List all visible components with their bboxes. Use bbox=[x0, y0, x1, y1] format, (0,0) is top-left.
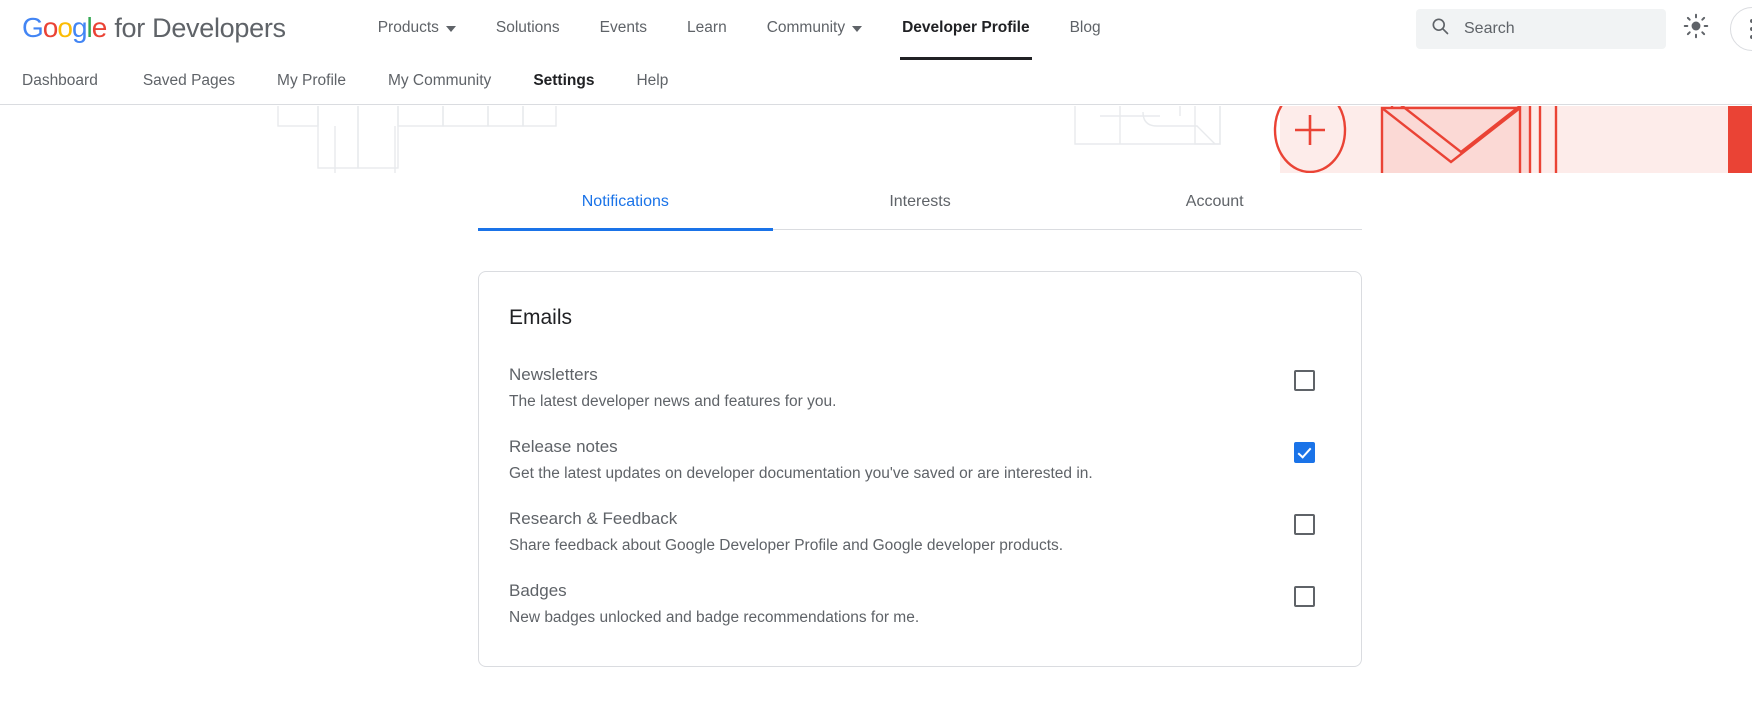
preference-row-newsletters: Newsletters The latest developer news an… bbox=[509, 352, 1331, 424]
brand-logo[interactable]: Google for Developers bbox=[22, 12, 286, 44]
nav-label-events: Events bbox=[600, 19, 647, 37]
checkbox-newsletters[interactable] bbox=[1294, 370, 1315, 391]
subnav-item-saved-pages[interactable]: Saved Pages bbox=[122, 57, 256, 105]
checkbox-badges[interactable] bbox=[1294, 586, 1315, 607]
tab-label-interests: Interests bbox=[889, 193, 950, 210]
subnav-item-help[interactable]: Help bbox=[615, 57, 689, 105]
subnav-item-dashboard[interactable]: Dashboard bbox=[22, 57, 122, 105]
secondary-nav: Dashboard Saved Pages My Profile My Comm… bbox=[0, 57, 1752, 105]
nav-label-solutions: Solutions bbox=[496, 19, 560, 37]
preference-title: Release notes bbox=[509, 436, 1093, 458]
hero-banner bbox=[0, 105, 1752, 173]
logo-letter-e: e bbox=[92, 12, 107, 43]
nav-item-developer-profile[interactable]: Developer Profile bbox=[882, 13, 1050, 43]
tab-label-notifications: Notifications bbox=[582, 193, 669, 210]
brand-suffix: for Developers bbox=[114, 13, 285, 44]
preference-text: Research & Feedback Share feedback about… bbox=[509, 508, 1087, 556]
emails-preferences-card: Emails Newsletters The latest developer … bbox=[478, 271, 1362, 667]
logo-letter-g2: g bbox=[72, 12, 87, 43]
subnav-label-my-profile: My Profile bbox=[277, 72, 346, 89]
preference-description: New badges unlocked and badge recommenda… bbox=[509, 607, 919, 628]
subnav-label-help: Help bbox=[636, 72, 668, 89]
hero-illustration bbox=[0, 106, 1752, 173]
preference-title: Research & Feedback bbox=[509, 508, 1063, 530]
search-box[interactable] bbox=[1416, 9, 1666, 49]
preference-title: Newsletters bbox=[509, 364, 836, 386]
theme-toggle-button[interactable] bbox=[1672, 5, 1720, 53]
logo-letter-o1: o bbox=[43, 12, 58, 43]
nav-item-community[interactable]: Community bbox=[747, 13, 882, 43]
logo-letter-g1: G bbox=[22, 12, 43, 43]
nav-item-blog[interactable]: Blog bbox=[1050, 13, 1121, 43]
preference-text: Newsletters The latest developer news an… bbox=[509, 364, 860, 412]
chevron-down-icon bbox=[852, 26, 862, 32]
tab-account[interactable]: Account bbox=[1067, 173, 1362, 230]
settings-tabs: Notifications Interests Account bbox=[478, 173, 1362, 230]
tab-notifications[interactable]: Notifications bbox=[478, 173, 773, 230]
subnav-label-settings: Settings bbox=[533, 72, 594, 89]
chevron-down-icon bbox=[446, 26, 456, 32]
site-header: Google for Developers Products Solutions… bbox=[0, 0, 1752, 57]
checkbox-release-notes[interactable] bbox=[1294, 442, 1315, 463]
search-icon bbox=[1430, 16, 1450, 41]
google-wordmark: Google bbox=[22, 12, 106, 44]
preference-description: Get the latest updates on developer docu… bbox=[509, 463, 1093, 484]
preference-row-release-notes: Release notes Get the latest updates on … bbox=[509, 424, 1331, 496]
grid-lineart bbox=[278, 106, 1220, 173]
tab-interests[interactable]: Interests bbox=[773, 173, 1068, 230]
primary-nav: Products Solutions Events Learn Communit… bbox=[358, 13, 1121, 43]
subnav-label-saved-pages: Saved Pages bbox=[143, 72, 235, 89]
envelope-icon bbox=[1382, 106, 1556, 173]
preference-description: The latest developer news and features f… bbox=[509, 391, 836, 412]
preference-row-research-feedback: Research & Feedback Share feedback about… bbox=[509, 496, 1331, 568]
preference-description: Share feedback about Google Developer Pr… bbox=[509, 535, 1063, 556]
hero-accent-bar bbox=[1728, 106, 1752, 173]
sun-icon bbox=[1683, 13, 1709, 44]
checkbox-research-feedback[interactable] bbox=[1294, 514, 1315, 535]
nav-label-developer-profile: Developer Profile bbox=[902, 19, 1030, 37]
logo-letter-o2: o bbox=[57, 12, 72, 43]
settings-content: Notifications Interests Account Emails N… bbox=[0, 173, 1752, 667]
nav-label-community: Community bbox=[767, 19, 845, 37]
subnav-item-settings[interactable]: Settings bbox=[512, 57, 615, 105]
nav-item-events[interactable]: Events bbox=[580, 13, 667, 43]
nav-label-blog: Blog bbox=[1070, 19, 1101, 37]
preference-text: Release notes Get the latest updates on … bbox=[509, 436, 1117, 484]
overflow-menu-button[interactable] bbox=[1730, 7, 1752, 51]
search-input[interactable] bbox=[1462, 19, 1652, 39]
preference-title: Badges bbox=[509, 580, 919, 602]
nav-label-learn: Learn bbox=[687, 19, 727, 37]
tab-label-account: Account bbox=[1186, 193, 1244, 210]
preference-text: Badges New badges unlocked and badge rec… bbox=[509, 580, 943, 628]
header-actions bbox=[1416, 0, 1752, 57]
subnav-label-my-community: My Community bbox=[388, 72, 491, 89]
nav-item-learn[interactable]: Learn bbox=[667, 13, 747, 43]
nav-label-products: Products bbox=[378, 19, 439, 37]
subnav-label-dashboard: Dashboard bbox=[22, 72, 98, 89]
subnav-item-my-profile[interactable]: My Profile bbox=[256, 57, 367, 105]
nav-item-products[interactable]: Products bbox=[358, 13, 476, 43]
nav-item-solutions[interactable]: Solutions bbox=[476, 13, 580, 43]
subnav-item-my-community[interactable]: My Community bbox=[367, 57, 512, 105]
preference-row-badges: Badges New badges unlocked and badge rec… bbox=[509, 568, 1331, 640]
card-title: Emails bbox=[509, 306, 1331, 330]
